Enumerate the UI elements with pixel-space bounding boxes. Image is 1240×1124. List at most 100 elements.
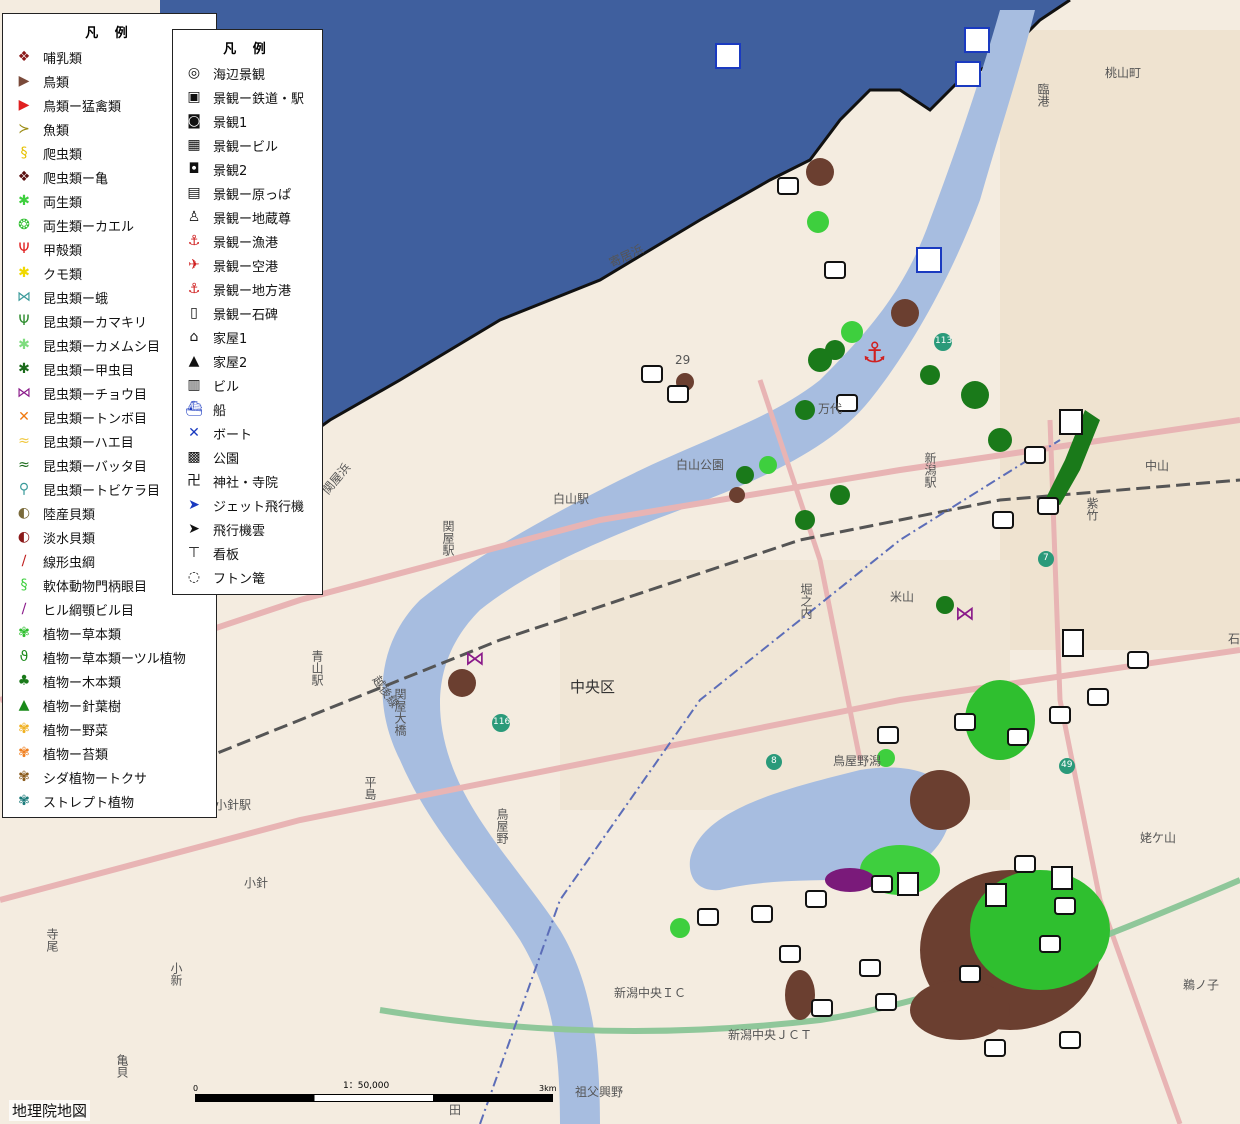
legend-landscape-row: ▯ 景観ー石碑 <box>173 301 322 325</box>
label-sofu-kouya: 祖父興野 <box>575 1085 624 1099</box>
camera-marker <box>641 365 663 383</box>
legend-species-label: 線形虫綱 <box>43 555 96 571</box>
fly-icon: ≈ <box>18 433 30 449</box>
label-route-49: 49 <box>1061 760 1073 770</box>
label-route-116: 116 <box>493 717 511 727</box>
label-hakusan-park: 白山公園 <box>676 458 725 472</box>
urban-area-east <box>1000 30 1240 650</box>
scale-bar: 0 1：50,000 3km <box>193 1078 557 1104</box>
contrail-icon: ➤ <box>188 521 200 537</box>
label-toyano-gata: 鳥屋野潟 <box>833 754 882 768</box>
ship-marker <box>955 61 981 87</box>
camera-marker <box>859 959 881 977</box>
butterfly-icon: ⋈ <box>17 385 31 401</box>
legend-landscape-label: 看板 <box>213 547 240 563</box>
camera2-icon: ◘ <box>188 161 200 177</box>
camera-marker <box>1039 935 1061 953</box>
legend-landscape-row: ⌂ 家屋1 <box>173 325 322 349</box>
monument-icon: ▯ <box>190 305 198 321</box>
gabion-icon: ◌ <box>187 569 201 585</box>
tree-marker <box>936 596 954 614</box>
legend-landscape-label: 神社・寺院 <box>213 475 279 491</box>
legend-species-label: 昆虫類ーチョウ目 <box>43 387 148 403</box>
seaside-icon: ◎ <box>187 65 201 81</box>
herb-marker <box>841 321 863 343</box>
legend-species-label: 昆虫類ートンボ目 <box>43 411 148 427</box>
legend-landscape-label: 家屋2 <box>213 355 248 371</box>
legend-species-label: 昆虫類ーカメムシ目 <box>43 339 161 355</box>
label-sekiya-station: 関屋駅 <box>441 520 455 556</box>
legend-species-label: 植物ー木本類 <box>43 675 122 691</box>
mammal-marker <box>891 299 919 327</box>
legend-species-label: 爬虫類ー亀 <box>43 171 109 187</box>
legend-landscape-row: ▩ 公園 <box>173 445 322 469</box>
camera-marker <box>875 993 897 1011</box>
legend-landscape-label: 家屋1 <box>213 331 248 347</box>
fishing-port-icon: ⚓ <box>187 233 201 249</box>
legend-landscape-label: 飛行機雲 <box>213 523 266 539</box>
legend-species-label: 両生類 <box>43 195 83 211</box>
camera-marker <box>1049 706 1071 724</box>
legend-landscape-row: ♙ 景観ー地蔵尊 <box>173 205 322 229</box>
signboard-icon: ⊤ <box>187 545 201 561</box>
amphibian-icon: ✱ <box>18 193 30 209</box>
herb-marker <box>670 918 690 938</box>
freshwater-shell-icon: ◐ <box>17 529 31 545</box>
camera-marker <box>1087 688 1109 706</box>
legend-landscape-row: ⊤ 看板 <box>173 541 322 565</box>
legend-species-row: ϑ 植物ー草本類ーツル植物 <box>3 645 216 669</box>
legend-species-row: ∕ ヒル綱顎ビル目 <box>3 597 216 621</box>
camera-marker <box>824 261 846 279</box>
cluster-mammal-area-4 <box>785 970 815 1020</box>
camera-marker <box>1007 728 1029 746</box>
camera-marker <box>877 726 899 744</box>
legend-species-label: 両生類ーカエル <box>43 219 135 235</box>
tree-marker <box>988 428 1012 452</box>
camera-marker <box>1024 446 1046 464</box>
legend-landscape-label: 公園 <box>213 451 240 467</box>
legend-species-label: 魚類 <box>43 123 70 139</box>
moss-icon: ✾ <box>18 745 30 761</box>
label-route-8: 8 <box>771 756 777 766</box>
moth-icon: ⋈ <box>17 289 31 305</box>
tree-marker <box>961 381 989 409</box>
legend-landscape-label: 景観ー漁港 <box>213 235 279 251</box>
label-kamegai: 亀貝 <box>115 1054 129 1078</box>
legend-species-label: 軟体動物門柄眼目 <box>43 579 148 595</box>
house2-icon: ▲ <box>188 353 200 369</box>
camera-marker <box>1059 1031 1081 1049</box>
legend-landscape-label: 景観ー原っぱ <box>213 187 292 203</box>
label-nakayama: 中山 <box>1145 459 1170 473</box>
park-icon: ▩ <box>187 449 201 465</box>
jizo-icon: ♙ <box>187 209 201 225</box>
building-marker <box>985 883 1007 907</box>
camera-marker <box>805 890 827 908</box>
legend-landscape-label: 海辺景観 <box>213 67 266 83</box>
cluster-mammal-area-2 <box>910 980 1010 1040</box>
mammal-marker <box>806 158 834 186</box>
leech-icon: ∕ <box>21 601 27 617</box>
stinkbug-icon: ✱ <box>18 337 30 353</box>
legend-species-row: ✾ 植物ー苔類 <box>3 741 216 765</box>
herb-icon: ✾ <box>18 625 30 641</box>
label-toyano: 鳥屋野 <box>495 808 509 844</box>
legend-landscape: 凡 例 ◎ 海辺景観 ▣ 景観ー鉄道・駅 ◙ 景観1 ▦ 景観ービル ◘ 景観2 ▤ 景観ー原っぱ ♙ 景… <box>172 29 323 595</box>
legend-landscape-label: ジェット飛行機 <box>213 499 305 515</box>
caddisfly-icon: ⚲ <box>18 481 30 497</box>
legend-landscape-label: 景観ー空港 <box>213 259 279 275</box>
legend-landscape-row: ⚓ 景観ー地方港 <box>173 277 322 301</box>
building-icon: ▦ <box>187 137 201 153</box>
legend-landscape-row: ◌ フトン篭 <box>173 565 322 589</box>
legend-species-label: ヒル綱顎ビル目 <box>43 603 135 619</box>
house-icon: ⌂ <box>189 329 199 345</box>
legend-species-label: 昆虫類ーハエ目 <box>43 435 134 451</box>
camera-marker <box>871 875 893 893</box>
label-hiraito: 平島 <box>363 776 377 800</box>
shrine-icon: 卍 <box>187 473 201 489</box>
streptophyte-icon: ✾ <box>18 793 30 809</box>
camera-marker <box>697 908 719 926</box>
legend-species-label: 昆虫類ーカマキリ <box>43 315 148 331</box>
label-niigata-station: 新潟駅 <box>923 452 937 488</box>
camera-marker <box>1054 897 1076 915</box>
butterfly-marker: ⋈ <box>955 601 975 625</box>
